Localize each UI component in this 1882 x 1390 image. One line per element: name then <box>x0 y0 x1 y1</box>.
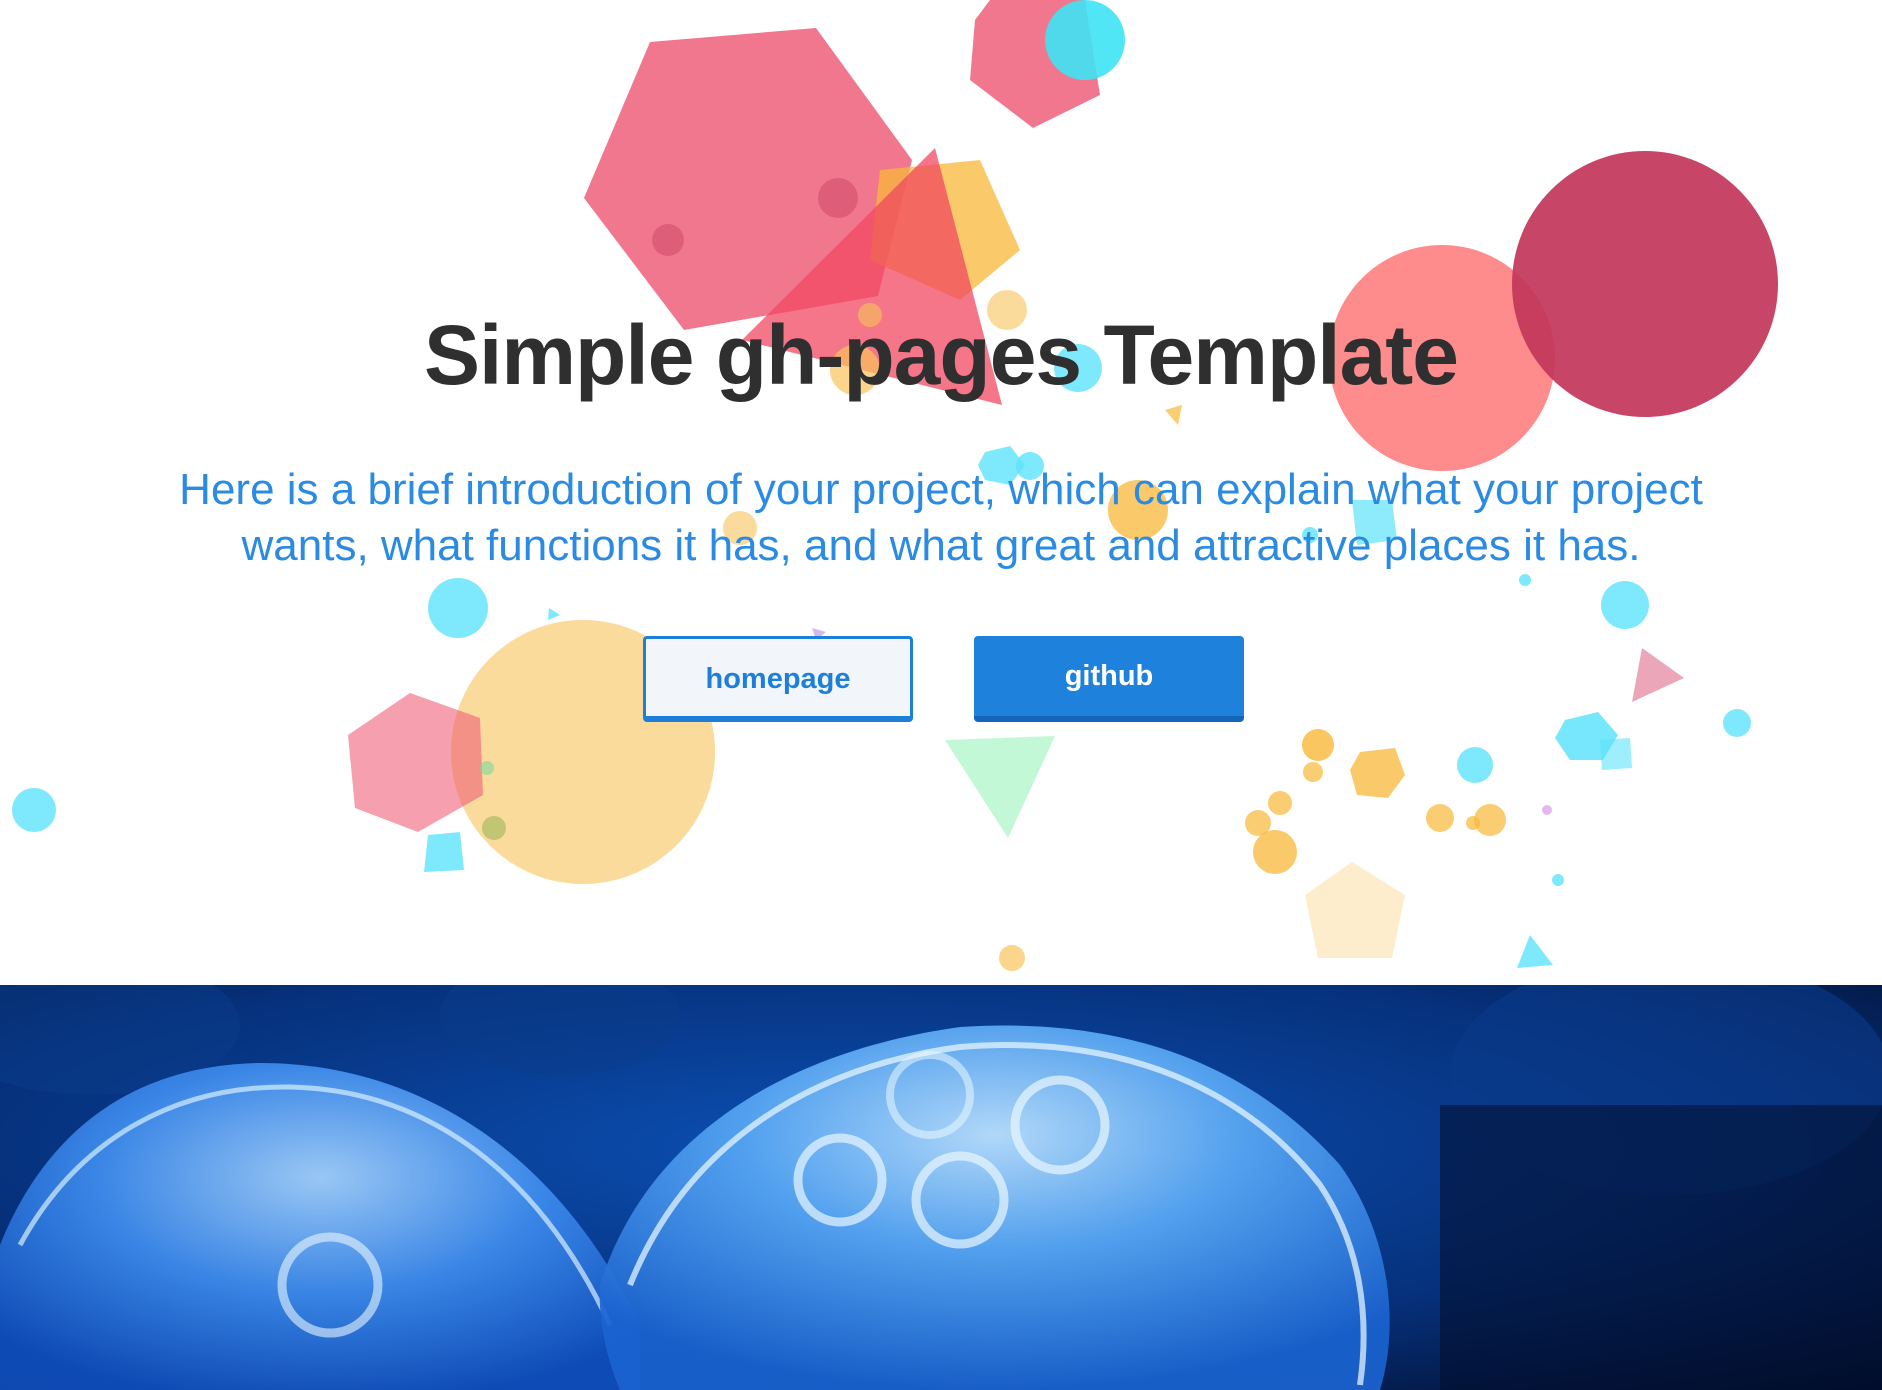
hero-section: Simple gh-pages Template Here is a brief… <box>0 0 1882 985</box>
orange-cluster-1 <box>1302 729 1334 761</box>
orange-cluster-3 <box>1268 791 1292 815</box>
pale-orange-pentagon <box>1305 862 1405 958</box>
cyan-square-right <box>1600 738 1632 770</box>
homepage-button[interactable]: homepage <box>643 636 913 722</box>
cyan-triangle-bottom <box>1517 935 1553 968</box>
orange-cluster-8 <box>1466 816 1480 830</box>
orange-cluster-6 <box>1426 804 1454 832</box>
cyan-circle-left <box>428 578 488 638</box>
pink-hexagon-left <box>348 693 483 832</box>
cyan-dot-right-2 <box>1723 709 1751 737</box>
cyan-small-tri-left <box>548 608 560 620</box>
cyan-dot-right-1 <box>1457 747 1493 783</box>
project-intro: Here is a brief introduction of your pro… <box>179 465 1703 570</box>
cyan-dot-bottom-left <box>12 788 56 832</box>
page-title: Simple gh-pages Template <box>424 308 1459 402</box>
jellyfish-illustration <box>0 985 1882 1390</box>
pink-triangle-right <box>1632 648 1684 702</box>
jellyfish-banner-image <box>0 985 1882 1390</box>
small-pink-dot-1 <box>818 178 858 218</box>
small-green-dot <box>480 761 494 775</box>
github-button[interactable]: github <box>974 636 1244 722</box>
cyan-square-left <box>424 832 464 872</box>
green-triangle <box>945 736 1055 838</box>
cyan-circle-top <box>1045 0 1125 80</box>
orange-dot-bottom <box>999 945 1025 971</box>
orange-cluster-5 <box>1253 830 1297 874</box>
orange-cluster-2 <box>1303 762 1323 782</box>
small-cyan-dot-bottom <box>1552 874 1564 886</box>
cyan-circle-right <box>1601 581 1649 629</box>
small-cyan-dot-r2 <box>1519 574 1531 586</box>
orange-hex-cluster <box>1350 748 1405 798</box>
small-olive-dot <box>482 816 506 840</box>
small-purple-dot <box>1542 805 1552 815</box>
small-pink-dot-2 <box>652 224 684 256</box>
